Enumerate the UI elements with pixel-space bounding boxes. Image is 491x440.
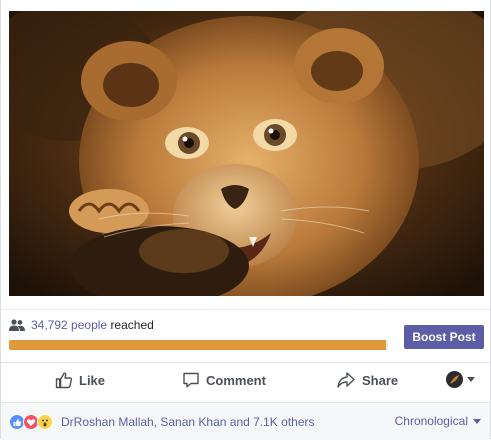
comment-icon: [183, 372, 199, 388]
share-icon: [337, 372, 355, 388]
comment-button[interactable]: Comment: [182, 371, 266, 389]
reach-summary: 34,792 people reached: [9, 318, 154, 334]
like-button[interactable]: Like: [55, 371, 105, 389]
reactions-bar: DrRoshan Mallah, Sanan Khan and 7.1K oth…: [1, 402, 490, 440]
comment-sort-dropdown[interactable]: Chronological: [395, 414, 481, 428]
sort-label: Chronological: [394, 414, 468, 428]
share-label: Share: [362, 372, 399, 388]
post-card: 34,792 people reached Boost Post Like Co…: [0, 0, 491, 440]
boost-post-button[interactable]: Boost Post: [404, 325, 484, 349]
comment-label: Comment: [206, 372, 266, 388]
chevron-down-icon: [467, 377, 475, 382]
thumbs-up-icon: [55, 372, 73, 389]
share-button[interactable]: Share: [336, 371, 398, 389]
chevron-down-icon: [473, 418, 481, 424]
divider: [1, 309, 490, 310]
people-icon: [9, 319, 25, 334]
post-actions-bar: Like Comment Share: [1, 362, 490, 399]
post-as-selector[interactable]: [446, 371, 475, 388]
reach-progress-bar: [9, 340, 388, 350]
lion-cub-image: [9, 11, 484, 296]
reach-people-word: people: [71, 318, 108, 332]
reaction-icons[interactable]: [9, 414, 53, 430]
reach-count-number: 34,792: [31, 318, 68, 332]
reach-label: reached: [110, 318, 154, 332]
reach-progress-fill: [9, 340, 387, 350]
avatar: [446, 371, 463, 388]
reaction-names-link[interactable]: DrRoshan Mallah, Sanan Khan and 7.1K oth…: [61, 414, 315, 430]
wow-reaction-icon: [37, 414, 53, 430]
like-label: Like: [79, 372, 106, 388]
reach-count-link[interactable]: 34,792 people: [31, 318, 107, 332]
post-photo[interactable]: [9, 11, 484, 296]
